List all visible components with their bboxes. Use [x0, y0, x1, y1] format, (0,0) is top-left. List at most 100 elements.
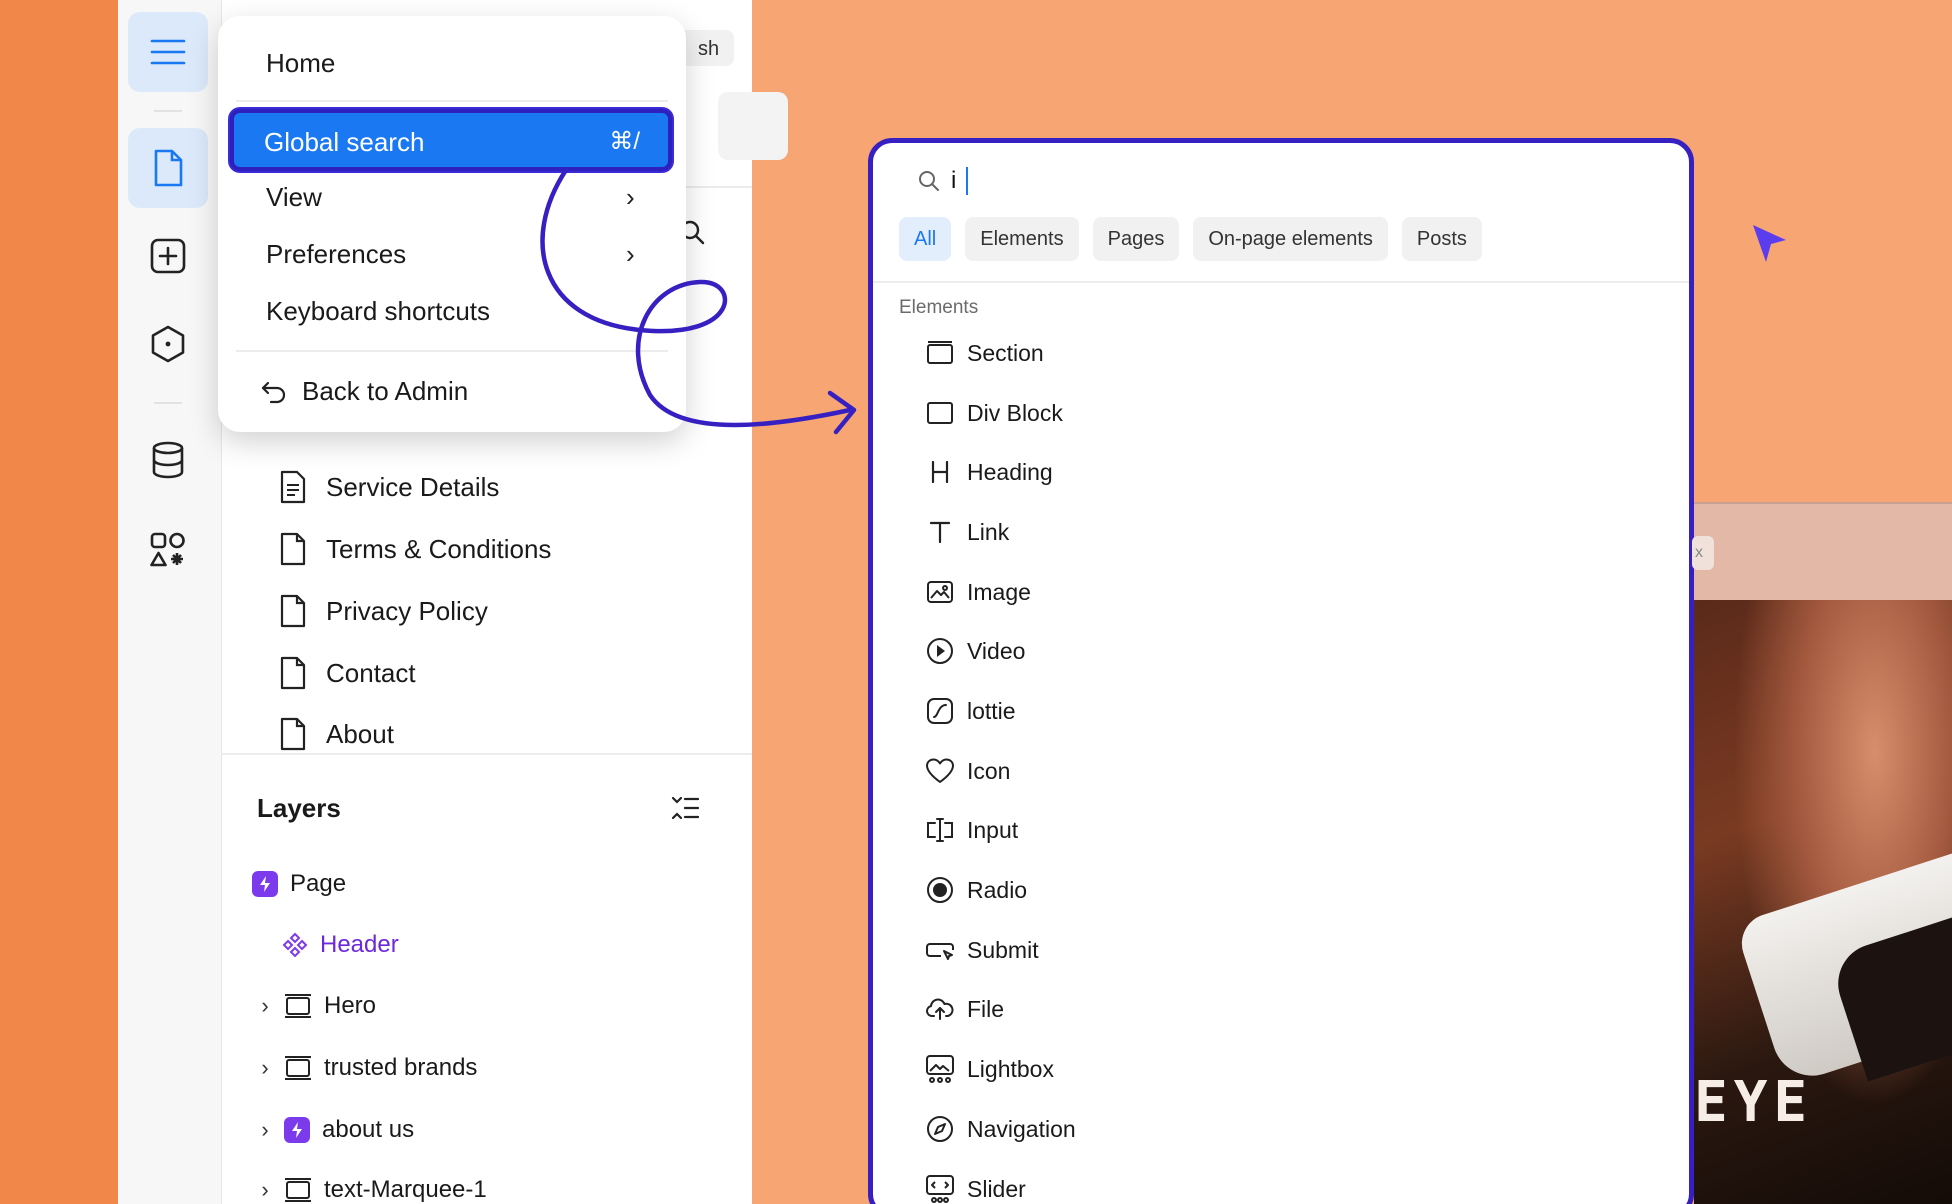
chevron-right-icon[interactable]: › — [258, 1055, 272, 1081]
menu-item-global-search[interactable]: Global search ⌘/ — [230, 109, 672, 171]
layer-item-text-marquee[interactable]: › text-Marquee-1 — [258, 1168, 487, 1204]
section-icon — [285, 1056, 311, 1080]
components-button[interactable] — [128, 304, 208, 384]
page-item-contact[interactable]: Contact — [278, 648, 416, 698]
hamburger-menu-button[interactable] — [128, 12, 208, 92]
add-element-button[interactable] — [128, 216, 208, 296]
result-slider[interactable]: Slider — [925, 1169, 1026, 1204]
page-item-label: Terms & Conditions — [326, 533, 552, 564]
search-filter-tabs: All Elements Pages On-page elements Post… — [899, 217, 1482, 261]
tab-elements[interactable]: Elements — [965, 217, 1079, 261]
chevron-right-icon[interactable]: › — [258, 1177, 272, 1203]
page-icon — [280, 532, 306, 566]
result-lightbox[interactable]: Lightbox — [925, 1049, 1054, 1089]
layers-title: Layers — [257, 793, 341, 823]
menu-item-home[interactable]: Home — [266, 48, 335, 79]
result-label: File — [967, 995, 1005, 1022]
pages-button[interactable] — [128, 128, 208, 208]
result-icon[interactable]: Icon — [925, 751, 1010, 791]
layer-item-label: Header — [320, 931, 399, 958]
page-item-about[interactable]: About — [278, 709, 394, 759]
layer-item-label: trusted brands — [324, 1054, 478, 1081]
page-item-privacy[interactable]: Privacy Policy — [278, 586, 488, 636]
collapse-layers-button[interactable] — [670, 793, 700, 828]
page-icon — [154, 149, 183, 187]
page-item-label: About — [326, 718, 394, 749]
menu-item-preferences[interactable]: Preferences — [266, 239, 406, 270]
result-radio[interactable]: Radio — [925, 870, 1027, 910]
hexagon-icon — [151, 325, 185, 363]
lottie-icon — [927, 698, 953, 724]
rail-divider — [154, 402, 182, 404]
result-image[interactable]: Image — [925, 572, 1031, 612]
result-section[interactable]: Section — [925, 333, 1044, 373]
result-submit[interactable]: Submit — [925, 930, 1039, 970]
result-heading[interactable]: Heading — [925, 452, 1053, 492]
page-item-service-details[interactable]: Service Details — [278, 462, 499, 512]
apps-icon — [150, 532, 185, 567]
result-label: Icon — [967, 757, 1011, 784]
search-input[interactable]: i — [917, 167, 969, 195]
play-circle-icon — [927, 638, 953, 664]
canvas-toolbar — [1694, 502, 1952, 600]
icon-rail — [118, 0, 222, 1204]
menu-item-view[interactable]: View — [266, 182, 322, 213]
tab-all[interactable]: All — [899, 217, 952, 261]
chevron-right-icon[interactable]: › — [258, 1117, 272, 1143]
hero-photo: EYE — [1694, 600, 1952, 1204]
result-label: Video — [967, 637, 1026, 664]
page-icon — [280, 594, 306, 628]
layer-item-about-us[interactable]: › about us — [258, 1108, 414, 1152]
result-label: Slider — [967, 1175, 1026, 1202]
panel-divider — [222, 753, 752, 755]
layer-item-hero[interactable]: › Hero — [258, 984, 376, 1028]
pointer-cursor-icon — [1753, 225, 1786, 262]
result-video[interactable]: Video — [925, 631, 1025, 671]
chevron-right-icon[interactable]: › — [258, 993, 272, 1019]
layer-item-header[interactable]: Header — [282, 923, 399, 967]
result-div-block[interactable]: Div Block — [925, 393, 1063, 433]
apps-button[interactable] — [128, 510, 208, 590]
chevron-right-icon: › — [626, 182, 635, 212]
database-icon — [152, 441, 184, 479]
page-item-label: Privacy Policy — [326, 595, 488, 626]
back-to-admin-button[interactable]: Back to Admin — [260, 376, 468, 407]
cms-button[interactable] — [128, 420, 208, 500]
result-input[interactable]: Input — [925, 810, 1018, 850]
submit-button-icon — [926, 943, 954, 960]
layer-item-label: text-Marquee-1 — [324, 1176, 487, 1203]
menu-divider — [236, 100, 668, 102]
hero-overlay-text: EYE — [1694, 1070, 1814, 1135]
result-label: Lightbox — [967, 1055, 1054, 1082]
document-icon — [280, 470, 306, 504]
result-link[interactable]: Link — [925, 512, 1009, 552]
bolt-icon — [284, 1117, 310, 1143]
layer-item-label: Page — [290, 870, 347, 897]
text-icon — [929, 521, 951, 544]
rail-divider — [154, 110, 182, 112]
close-icon[interactable]: x — [1692, 536, 1714, 570]
tab-posts[interactable]: Posts — [1401, 217, 1482, 261]
layer-item-label: Hero — [324, 992, 377, 1019]
page-item-label: Service Details — [326, 471, 500, 502]
tab-on-page-elements[interactable]: On-page elements — [1193, 217, 1388, 261]
result-label: Div Block — [967, 399, 1063, 426]
menu-item-label: Back to Admin — [302, 376, 469, 406]
result-lottie[interactable]: lottie — [925, 691, 1016, 731]
result-file[interactable]: File — [925, 989, 1004, 1029]
layer-item-trusted-brands[interactable]: › trusted brands — [258, 1046, 477, 1090]
result-label: lottie — [967, 697, 1016, 724]
layer-item-page[interactable]: Page — [252, 862, 346, 906]
page-item-terms[interactable]: Terms & Conditions — [278, 524, 551, 574]
collapse-list-icon — [671, 796, 700, 820]
menu-item-keyboard-shortcuts[interactable]: Keyboard shortcuts — [266, 296, 490, 327]
result-label: Submit — [967, 936, 1039, 963]
result-label: Heading — [967, 458, 1053, 485]
result-label: Section — [967, 339, 1044, 366]
menu-item-label: Global search — [264, 127, 425, 157]
section-icon — [285, 1178, 311, 1202]
search-icon — [919, 171, 939, 191]
lightbox-icon — [926, 1055, 954, 1083]
tab-pages[interactable]: Pages — [1092, 217, 1180, 261]
result-navigation[interactable]: Navigation — [925, 1109, 1076, 1149]
